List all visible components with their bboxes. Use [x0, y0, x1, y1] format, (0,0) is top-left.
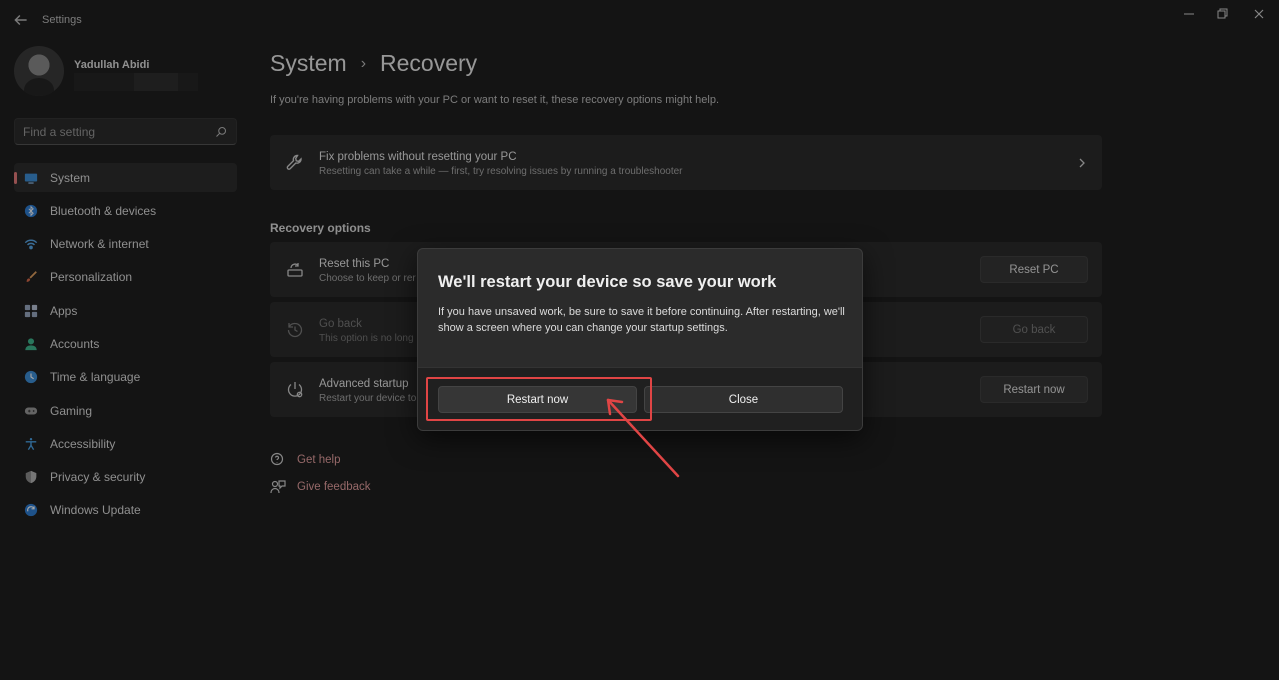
apps-icon — [24, 304, 38, 317]
sidebar-item-label: Time & language — [50, 370, 141, 385]
back-arrow-icon[interactable] — [12, 11, 30, 29]
reset-card-desc: Choose to keep or rer — [319, 273, 416, 284]
update-icon — [24, 504, 38, 517]
recovery-options-heading: Recovery options — [270, 221, 371, 235]
get-help-text[interactable]: Get help — [297, 454, 340, 466]
search-icon[interactable] — [215, 126, 227, 138]
globe-clock-icon — [24, 371, 38, 384]
sidebar-item-label: System — [50, 170, 91, 185]
sidebar-item-apps[interactable]: Apps — [14, 296, 237, 325]
wifi-icon — [24, 239, 38, 250]
accessibility-icon — [25, 437, 37, 450]
sidebar-item-label: Privacy & security — [50, 470, 146, 485]
help-chat-icon — [270, 452, 284, 465]
sidebar-nav: System Bluetooth & devices Network & int… — [14, 163, 237, 529]
brush-icon — [26, 271, 37, 283]
restart-now-button[interactable]: Restart now — [438, 386, 637, 413]
sidebar-item-system[interactable]: System — [14, 163, 237, 192]
shield-icon — [25, 471, 37, 484]
monitor-icon — [24, 173, 38, 184]
user-email-redacted — [74, 73, 198, 91]
advanced-startup-icon — [287, 382, 303, 398]
go-back-button[interactable]: Go back — [980, 316, 1088, 343]
restore-icon[interactable] — [1214, 6, 1230, 22]
sidebar-item-label: Bluetooth & devices — [50, 203, 157, 218]
give-feedback-text[interactable]: Give feedback — [297, 481, 371, 493]
sidebar-item-gaming[interactable]: Gaming — [14, 396, 237, 425]
search-box[interactable] — [14, 118, 237, 145]
breadcrumb: System › Recovery — [270, 50, 477, 77]
close-button[interactable]: Close — [644, 386, 843, 413]
restart-now-card-button[interactable]: Restart now — [980, 376, 1088, 403]
chevron-right-icon — [1079, 158, 1085, 168]
sidebar-item-label: Accessibility — [50, 436, 116, 451]
wrench-icon — [286, 154, 302, 170]
sidebar-item-label: Apps — [50, 303, 78, 318]
bluetooth-icon — [24, 204, 38, 217]
title-bar: Settings — [0, 0, 1279, 40]
reset-card-title: Reset this PC — [319, 258, 390, 270]
sidebar-item-label: Gaming — [50, 403, 93, 418]
breadcrumb-parent[interactable]: System — [270, 50, 347, 77]
fix-problems-card[interactable]: Fix problems without resetting your PC R… — [270, 135, 1102, 190]
fix-card-title: Fix problems without resetting your PC — [319, 151, 517, 163]
sidebar-item-time-language[interactable]: Time & language — [14, 363, 237, 392]
give-feedback-link[interactable]: Give feedback — [270, 473, 371, 500]
user-name: Yadullah Abidi — [74, 59, 150, 71]
restart-dialog: We'll restart your device so save your w… — [417, 248, 863, 431]
sidebar-item-label: Accounts — [50, 336, 100, 351]
app-title: Settings — [42, 14, 82, 26]
sidebar-item-label: Windows Update — [50, 503, 141, 518]
sidebar-item-windows-update[interactable]: Windows Update — [14, 496, 237, 525]
sidebar-item-accessibility[interactable]: Accessibility — [14, 429, 237, 458]
advanced-card-desc: Restart your device to — [319, 393, 417, 404]
go-back-card-title: Go back — [319, 318, 362, 330]
gamepad-icon — [24, 407, 38, 415]
get-help-link[interactable]: Get help — [270, 446, 371, 473]
advanced-card-title: Advanced startup — [319, 378, 409, 390]
history-icon — [287, 322, 303, 338]
dialog-footer: Restart now Close — [418, 367, 862, 430]
sidebar-item-network[interactable]: Network & internet — [14, 230, 237, 259]
reset-pc-button[interactable]: Reset PC — [980, 256, 1088, 283]
fix-card-desc: Resetting can take a while — first, try … — [319, 166, 683, 177]
sidebar-item-label: Network & internet — [50, 237, 149, 252]
close-window-icon[interactable] — [1251, 6, 1267, 22]
sidebar-item-privacy[interactable]: Privacy & security — [14, 463, 237, 492]
reset-pc-icon — [287, 263, 303, 277]
breadcrumb-separator: › — [360, 54, 367, 72]
page-subtitle: If you're having problems with your PC o… — [270, 94, 720, 106]
sidebar-item-label: Personalization — [50, 270, 133, 285]
avatar[interactable] — [14, 46, 64, 96]
person-icon — [25, 338, 37, 351]
feedback-icon — [270, 479, 286, 493]
search-input[interactable] — [23, 125, 203, 139]
page-title: Recovery — [380, 50, 478, 76]
dialog-title: We'll restart your device so save your w… — [438, 273, 777, 291]
dialog-body: If you have unsaved work, be sure to sav… — [438, 306, 845, 334]
go-back-card-desc: This option is no long — [319, 333, 414, 344]
minimize-icon[interactable] — [1181, 6, 1197, 22]
sidebar-item-personalization[interactable]: Personalization — [14, 263, 237, 292]
help-links: Get help Give feedback — [270, 446, 371, 500]
sidebar-item-bluetooth[interactable]: Bluetooth & devices — [14, 196, 237, 225]
sidebar-item-accounts[interactable]: Accounts — [14, 329, 237, 358]
